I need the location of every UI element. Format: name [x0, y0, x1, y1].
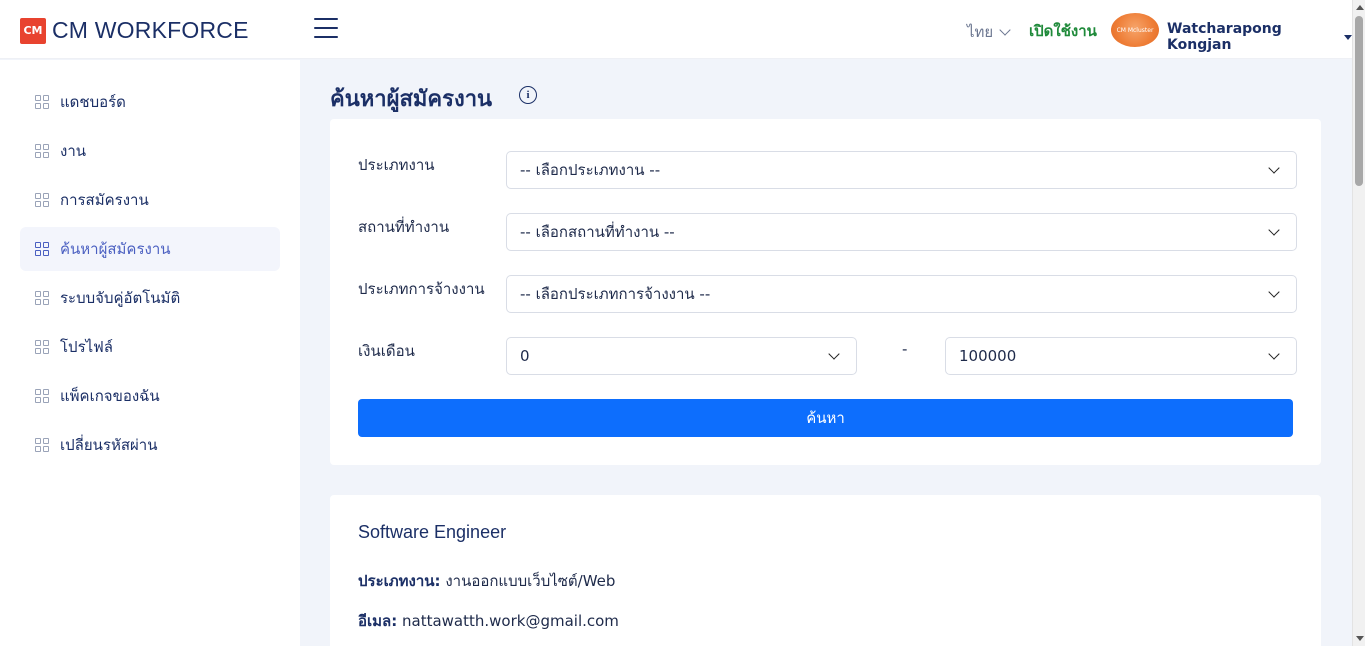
- menu-toggle-icon[interactable]: [314, 18, 338, 38]
- location-select[interactable]: -- เลือกสถานที่ทำงาน --: [506, 213, 1297, 251]
- sidebar-item-dashboard[interactable]: แดชบอร์ด: [20, 80, 280, 124]
- logo-badge: CM: [20, 17, 46, 44]
- salary-separator: -: [902, 340, 908, 358]
- sidebar-item-label: ค้นหาผู้สมัครงาน: [60, 240, 171, 258]
- grid-icon: [35, 389, 49, 403]
- sidebar-item-label: งาน: [60, 142, 87, 160]
- salary-max-select[interactable]: 100000: [945, 337, 1297, 375]
- chevron-down-icon: [1268, 286, 1280, 298]
- language-label: ไทย: [967, 23, 994, 41]
- sidebar-item-label: ระบบจับคู่อัตโนมัติ: [60, 289, 181, 307]
- scroll-up-icon[interactable]: [1356, 5, 1364, 10]
- result-email: อีเมล: nattawatth.work@gmail.com: [358, 609, 619, 633]
- grid-icon: [35, 340, 49, 354]
- sidebar-item-change-password[interactable]: เปลี่ยนรหัสผ่าน: [20, 423, 280, 467]
- username-label: Watcharapong Kongjan: [1167, 21, 1282, 53]
- grid-icon: [35, 193, 49, 207]
- caret-down-icon: [1344, 34, 1352, 40]
- grid-icon: [35, 144, 49, 158]
- sidebar-item-label: โปรไฟล์: [60, 338, 113, 356]
- search-button[interactable]: ค้นหา: [358, 399, 1293, 437]
- sidebar-item-auto-matching[interactable]: ระบบจับคู่อัตโนมัติ: [20, 276, 280, 320]
- open-jobs-link[interactable]: เปิดใช้งาน: [1029, 19, 1097, 43]
- sidebar-item-label: แพ็คเกจของฉัน: [60, 387, 160, 405]
- logo-text: CM WORKFORCE: [52, 17, 249, 43]
- location-label: สถานที่ทำงาน: [358, 218, 450, 236]
- search-filter-card: ประเภทงาน -- เลือกประเภทงาน -- สถานที่ทำ…: [330, 119, 1321, 465]
- info-icon[interactable]: i: [519, 86, 537, 104]
- grid-icon: [35, 291, 49, 305]
- sidebar-item-my-package[interactable]: แพ็คเกจของฉัน: [20, 374, 280, 418]
- job-type-value: -- เลือกประเภทงาน --: [520, 161, 661, 179]
- language-selector[interactable]: ไทย: [967, 20, 1011, 44]
- job-type-label: ประเภทงาน: [358, 156, 435, 174]
- chevron-down-icon: [828, 348, 840, 360]
- salary-label: เงินเดือน: [358, 342, 415, 360]
- job-type-select[interactable]: -- เลือกประเภทงาน --: [506, 151, 1297, 189]
- salary-min-value: 0: [520, 347, 530, 365]
- employment-type-select[interactable]: -- เลือกประเภทการจ้างงาน --: [506, 275, 1297, 313]
- employment-type-value: -- เลือกประเภทการจ้างงาน --: [520, 285, 711, 303]
- employment-type-label: ประเภทการจ้างงาน: [358, 280, 485, 298]
- result-job-type-key: ประเภทงาน:: [358, 572, 441, 590]
- result-card[interactable]: Software Engineer ประเภทงาน: งานออกแบบเว…: [330, 495, 1321, 646]
- sidebar-item-label: เปลี่ยนรหัสผ่าน: [60, 436, 158, 454]
- result-job-title[interactable]: Software Engineer: [358, 522, 506, 543]
- sidebar-item-label: แดชบอร์ด: [60, 93, 126, 111]
- scroll-down-icon[interactable]: [1356, 636, 1364, 641]
- grid-icon: [35, 438, 49, 452]
- sidebar-item-applications[interactable]: การสมัครงาน: [20, 178, 280, 222]
- grid-icon: [35, 242, 49, 256]
- salary-max-value: 100000: [959, 347, 1017, 365]
- grid-icon: [35, 95, 49, 109]
- sidebar-item-jobs[interactable]: งาน: [20, 129, 280, 173]
- result-job-type-value: งานออกแบบเว็บไซต์/Web: [445, 572, 616, 590]
- logo[interactable]: CM CM WORKFORCE: [20, 17, 249, 44]
- result-job-type: ประเภทงาน: งานออกแบบเว็บไซต์/Web: [358, 569, 615, 593]
- sidebar-item-profile[interactable]: โปรไฟล์: [20, 325, 280, 369]
- result-email-key: อีเมล:: [358, 612, 398, 630]
- top-bar: CM CM WORKFORCE ไทย เปิดใช้งาน CM Mclust…: [0, 0, 1352, 59]
- salary-min-select[interactable]: 0: [506, 337, 857, 375]
- result-email-value: nattawatth.work@gmail.com: [402, 612, 619, 630]
- chevron-down-icon: [1268, 348, 1280, 360]
- location-value: -- เลือกสถานที่ทำงาน --: [520, 223, 675, 241]
- page-scrollbar[interactable]: [1352, 0, 1365, 646]
- avatar[interactable]: CM Mcluster: [1111, 13, 1159, 47]
- chevron-down-icon: [1268, 224, 1280, 236]
- sidebar: แดชบอร์ด งาน การสมัครงาน ค้นหาผู้สมัครงา…: [0, 60, 300, 646]
- page-title: ค้นหาผู้สมัครงาน: [330, 87, 493, 112]
- sidebar-item-search-applicants[interactable]: ค้นหาผู้สมัครงาน: [20, 227, 280, 271]
- user-menu[interactable]: Watcharapong Kongjan: [1167, 21, 1352, 53]
- sidebar-item-label: การสมัครงาน: [60, 191, 149, 209]
- chevron-down-icon: [1268, 162, 1280, 174]
- scroll-thumb[interactable]: [1355, 16, 1363, 186]
- chevron-down-icon: [999, 24, 1011, 36]
